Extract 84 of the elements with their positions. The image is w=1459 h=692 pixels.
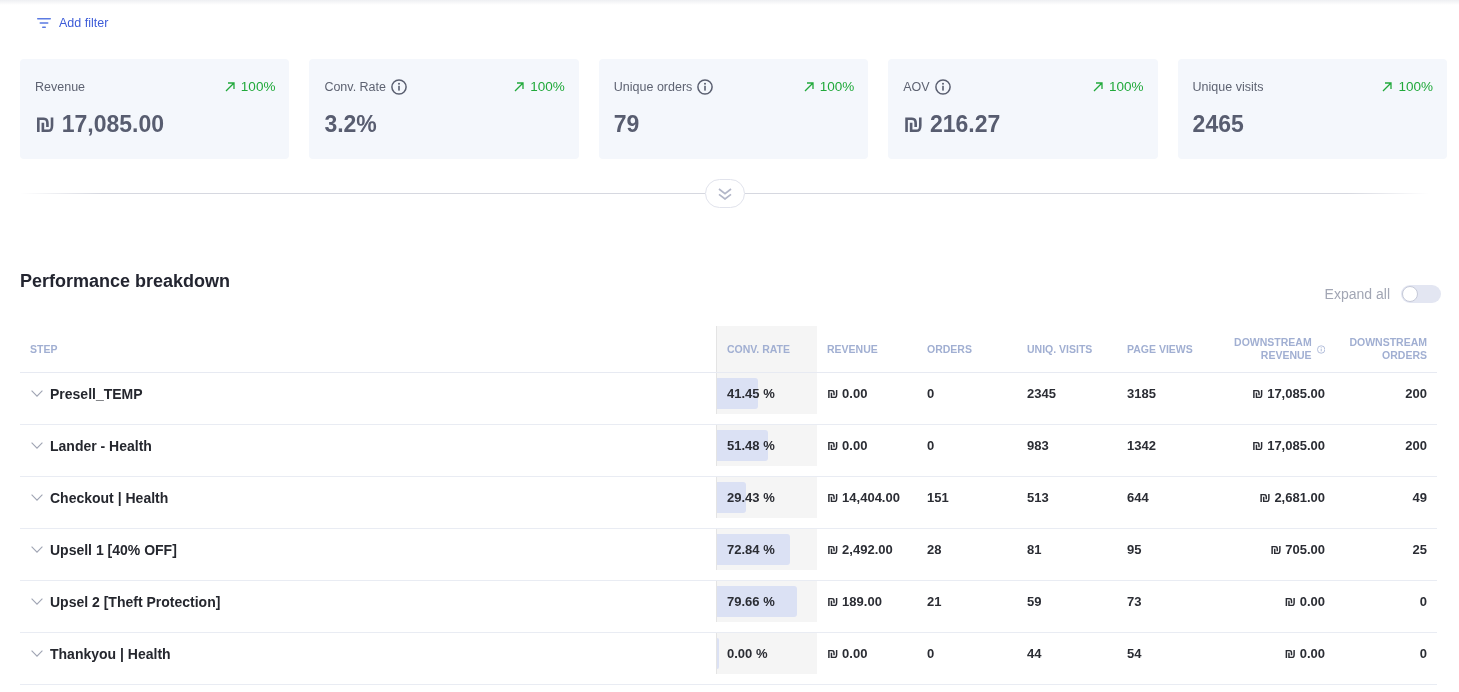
table-cell: 28 bbox=[927, 542, 942, 557]
chevron-down-icon[interactable] bbox=[31, 546, 43, 553]
table-cell: ₪ 189.00 bbox=[827, 594, 882, 609]
table-cell: 983 bbox=[1027, 438, 1049, 453]
add-filter-button[interactable]: Add filter bbox=[36, 13, 110, 33]
table-cell: ₪ 14,404.00 bbox=[827, 490, 900, 505]
table-cell: 95 bbox=[1127, 542, 1142, 557]
step-name: Thankyou | Health bbox=[50, 645, 171, 662]
expand-all-toggle[interactable] bbox=[1401, 285, 1441, 303]
table-cell: 0 bbox=[1419, 646, 1427, 661]
table-cell: 21 bbox=[927, 594, 942, 609]
table-cell: 513 bbox=[1027, 490, 1049, 505]
kpi-change: 100% bbox=[240, 79, 276, 95]
step-name: Lander - Health bbox=[50, 437, 152, 454]
column-header[interactable]: CONV. RATE bbox=[716, 326, 817, 372]
column-header[interactable]: PAGE VIEWS bbox=[1127, 342, 1193, 356]
table-cell: 151 bbox=[927, 490, 949, 505]
table-cell: 2345 bbox=[1027, 386, 1056, 401]
kpi-label: Revenue bbox=[35, 79, 86, 95]
kpi-value: 79 bbox=[613, 110, 640, 138]
table-cell: ₪ 0.00 bbox=[1284, 594, 1325, 609]
step-name: Upsell 1 [40% OFF] bbox=[50, 541, 177, 558]
table-cell: 44 bbox=[1027, 646, 1042, 661]
kpi-label: Conv. Rate bbox=[324, 79, 386, 95]
conv-rate-value: 29.43 % bbox=[727, 490, 775, 505]
table-cell: 25 bbox=[1412, 542, 1427, 557]
table-cell: 59 bbox=[1027, 594, 1042, 609]
kpi-value: ₪ 216.27 bbox=[903, 110, 1001, 138]
kpi-label: Unique visits bbox=[1192, 79, 1264, 95]
conv-rate-value: 79.66 % bbox=[727, 594, 775, 609]
kpi-label: Unique orders bbox=[613, 79, 693, 95]
step-name: Checkout | Health bbox=[50, 489, 169, 506]
conv-rate-value: 41.45 % bbox=[727, 386, 775, 401]
double-chevron-down-icon bbox=[717, 187, 732, 200]
step-name: Upsel 2 [Theft Protection] bbox=[50, 593, 221, 610]
kpi-label: AOV bbox=[903, 79, 930, 95]
table-cell: 644 bbox=[1127, 490, 1149, 505]
table-cell: 0 bbox=[1419, 594, 1427, 609]
table-cell: ₪ 0.00 bbox=[827, 386, 868, 401]
chevron-down-icon[interactable] bbox=[31, 494, 43, 501]
table-cell: 81 bbox=[1027, 542, 1042, 557]
column-header[interactable]: UNIQ. VISITS bbox=[1027, 342, 1093, 356]
table-cell: ₪ 17,085.00 bbox=[1252, 438, 1325, 453]
chevron-down-icon[interactable] bbox=[31, 598, 43, 605]
section-title: Performance breakdown bbox=[20, 270, 231, 292]
table-cell: ₪ 17,085.00 bbox=[1252, 386, 1325, 401]
table-cell: ₪ 0.00 bbox=[827, 438, 868, 453]
kpi-change: 100% bbox=[1398, 79, 1433, 95]
table-cell: 0 bbox=[927, 438, 935, 453]
table-cell: 0 bbox=[927, 646, 935, 661]
conv-rate-value: 0.00 % bbox=[727, 646, 768, 661]
column-header[interactable]: REVENUE bbox=[827, 342, 878, 356]
table-cell: ₪ 2,681.00 bbox=[1259, 490, 1325, 505]
table-cell: 1342 bbox=[1127, 438, 1156, 453]
chevron-down-icon[interactable] bbox=[31, 650, 43, 657]
kpi-change: 100% bbox=[819, 79, 855, 95]
table-cell: ₪ 0.00 bbox=[827, 646, 868, 661]
expand-all-label: Expand all bbox=[1324, 285, 1390, 303]
table-cell: 49 bbox=[1412, 490, 1427, 505]
kpi-value: 2465 bbox=[1192, 110, 1244, 138]
conv-rate-value: 51.48 % bbox=[727, 438, 775, 453]
kpi-change: 100% bbox=[1109, 79, 1144, 95]
column-header[interactable]: DOWNSTREAM REVENUE bbox=[1227, 336, 1312, 362]
table-cell: ₪ 0.00 bbox=[1284, 646, 1325, 661]
chevron-down-icon[interactable] bbox=[31, 442, 43, 449]
kpi-change: 100% bbox=[530, 79, 565, 95]
table-cell: ₪ 2,492.00 bbox=[827, 542, 893, 557]
conv-rate-value: 72.84 % bbox=[727, 542, 775, 557]
table-cell: 200 bbox=[1405, 438, 1427, 453]
table-cell: 0 bbox=[927, 386, 935, 401]
column-header[interactable]: ORDERS bbox=[927, 342, 972, 356]
filter-icon bbox=[37, 18, 51, 28]
column-header[interactable]: DOWNSTREAM ORDERS bbox=[1345, 336, 1427, 362]
table-cell: 73 bbox=[1127, 594, 1142, 609]
expand-button[interactable] bbox=[704, 179, 745, 208]
table-cell: 3185 bbox=[1127, 386, 1156, 401]
column-header[interactable]: STEP bbox=[30, 342, 58, 356]
table-cell: ₪ 705.00 bbox=[1270, 542, 1325, 557]
step-name: Presell_TEMP bbox=[50, 385, 143, 402]
chevron-down-icon[interactable] bbox=[31, 390, 43, 397]
table-cell: 200 bbox=[1405, 386, 1427, 401]
table-cell: 54 bbox=[1127, 646, 1142, 661]
kpi-value: 3.2% bbox=[324, 110, 377, 138]
kpi-value: ₪ 17,085.00 bbox=[35, 110, 165, 138]
